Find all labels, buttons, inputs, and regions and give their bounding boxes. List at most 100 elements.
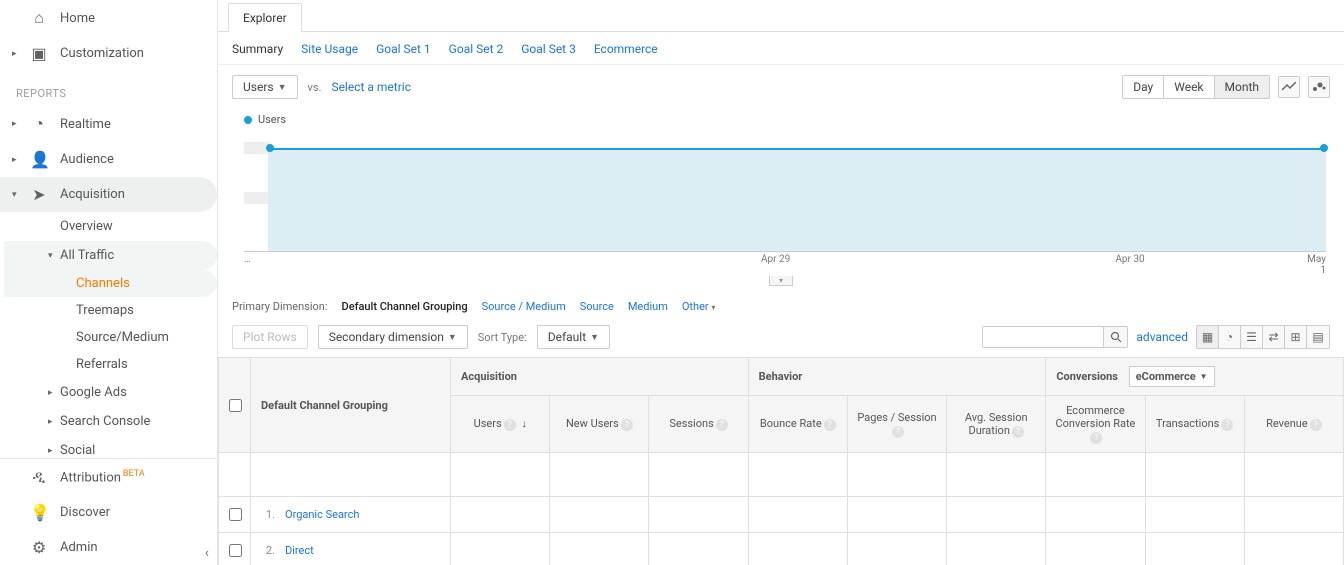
granularity-day[interactable]: Day — [1123, 76, 1164, 98]
conversions-select[interactable]: eCommerce▼ — [1129, 366, 1215, 387]
nav-realtime[interactable]: ▸◔ Realtime — [0, 106, 217, 142]
select-all-checkbox[interactable] — [229, 399, 242, 412]
nav-acq-referrals[interactable]: Referrals — [4, 351, 217, 378]
col-transactions[interactable]: Transactions? — [1145, 396, 1244, 453]
view-comparison-icon[interactable]: ⇄ — [1263, 326, 1285, 348]
col-sessions[interactable]: Sessions? — [649, 396, 748, 453]
view-pivot-icon[interactable]: ▤ — [1307, 326, 1329, 348]
row-index: 1. — [261, 508, 275, 521]
col-bounce-rate[interactable]: Bounce Rate? — [748, 396, 847, 453]
y-tick-redacted — [244, 192, 270, 204]
help-icon[interactable]: ? — [716, 419, 728, 431]
help-icon[interactable]: ? — [504, 419, 516, 431]
col-dimension[interactable]: Default Channel Grouping — [251, 358, 451, 453]
col-pages-session[interactable]: Pages / Session? — [847, 396, 946, 453]
colgroup-acquisition: Acquisition — [451, 358, 749, 396]
view-term-cloud-icon[interactable]: ⊞ — [1285, 326, 1307, 348]
xaxis-tick: … — [244, 254, 598, 276]
dim-other[interactable]: Other ▾ — [682, 300, 716, 313]
view-summary[interactable]: Summary — [232, 42, 283, 56]
nav-acq-treemaps[interactable]: Treemaps — [4, 297, 217, 324]
nav-acq-overview[interactable]: Overview — [4, 212, 217, 241]
view-goal2[interactable]: Goal Set 2 — [449, 42, 504, 56]
view-site-usage[interactable]: Site Usage — [301, 42, 358, 56]
chart-canvas[interactable] — [244, 130, 1326, 252]
nav-home[interactable]: ⌂ Home — [0, 0, 217, 36]
advanced-link[interactable]: advanced — [1136, 330, 1188, 344]
row-index: 2. — [261, 544, 275, 557]
sort-desc-icon: ↓ — [522, 419, 527, 430]
chart-expand-handle[interactable]: ▾ — [769, 276, 793, 286]
nav-acq-social[interactable]: Social — [4, 436, 217, 458]
col-ecr[interactable]: Ecommerce Conversion Rate? — [1046, 396, 1145, 453]
view-goal3[interactable]: Goal Set 3 — [521, 42, 576, 56]
secondary-dimension-select[interactable]: Secondary dimension ▼ — [318, 325, 468, 349]
nav-discover[interactable]: 💡 Discover — [0, 495, 217, 530]
help-icon[interactable]: ? — [824, 419, 836, 431]
col-avg-duration[interactable]: Avg. Session Duration? — [947, 396, 1046, 453]
vs-label: vs. — [308, 81, 322, 94]
colgroup-conversions: Conversions eCommerce▼ — [1046, 358, 1344, 396]
nav-acquisition-label: Acquisition — [60, 187, 125, 202]
chart-type-motion-icon[interactable] — [1308, 76, 1330, 98]
nav-realtime-label: Realtime — [60, 117, 111, 132]
view-goal1[interactable]: Goal Set 1 — [376, 42, 431, 56]
select-metric-link[interactable]: Select a metric — [331, 80, 411, 94]
dim-medium[interactable]: Medium — [628, 300, 668, 313]
search-button[interactable] — [1103, 327, 1127, 347]
view-row: Summary Site Usage Goal Set 1 Goal Set 2… — [218, 32, 1344, 65]
nav-audience[interactable]: ▸👤 Audience — [0, 142, 217, 177]
col-users[interactable]: Users?↓ — [451, 396, 550, 453]
help-icon[interactable]: ? — [621, 419, 633, 431]
col-revenue[interactable]: Revenue? — [1244, 396, 1343, 453]
nav-acq-all-traffic[interactable]: All Traffic — [4, 241, 217, 270]
granularity-week[interactable]: Week — [1164, 76, 1214, 98]
nav-admin[interactable]: ⚙ Admin — [0, 530, 217, 565]
help-icon[interactable]: ? — [1012, 426, 1024, 438]
gear-icon: ⚙ — [30, 538, 48, 557]
clock-icon: ◔ — [30, 114, 48, 134]
view-pie-icon[interactable]: ◔ — [1219, 326, 1241, 348]
tabbar: Explorer — [218, 2, 1344, 32]
help-icon[interactable]: ? — [1310, 419, 1322, 431]
xaxis-tick: Apr 29 — [598, 254, 952, 276]
row-link[interactable]: Organic Search — [285, 508, 359, 521]
sidebar-collapse[interactable]: ‹ — [205, 545, 209, 561]
nav-attribution[interactable]: ዲ AttributionBETA — [0, 459, 217, 495]
table-search — [982, 326, 1128, 348]
primary-metric-label: Users — [243, 80, 274, 94]
view-table-icon[interactable]: ▦ — [1197, 326, 1219, 348]
view-ecommerce[interactable]: Ecommerce — [594, 42, 658, 56]
primary-dimension-current[interactable]: Default Channel Grouping — [342, 300, 468, 313]
row-checkbox[interactable] — [229, 544, 242, 557]
primary-metric-select[interactable]: Users▼ — [232, 75, 298, 99]
dim-source[interactable]: Source — [580, 300, 614, 313]
help-icon[interactable]: ? — [892, 426, 904, 438]
granularity-month[interactable]: Month — [1215, 76, 1269, 98]
row-link[interactable]: Direct — [285, 544, 314, 557]
chart-type-line-icon[interactable] — [1278, 76, 1300, 98]
nav-acq-google-ads[interactable]: Google Ads — [4, 378, 217, 407]
search-input[interactable] — [983, 327, 1103, 347]
view-bar-icon[interactable]: ☰ — [1241, 326, 1263, 348]
table-view-icons: ▦ ◔ ☰ ⇄ ⊞ ▤ — [1196, 325, 1330, 349]
nav-acq-channels[interactable]: Channels — [4, 270, 217, 297]
primary-dimension-label: Primary Dimension: — [232, 300, 328, 313]
dim-source-medium[interactable]: Source / Medium — [482, 300, 566, 313]
nav-attribution-label: AttributionBETA — [60, 469, 145, 485]
tab-explorer[interactable]: Explorer — [228, 3, 302, 32]
metric-row: Users▼ vs. Select a metric Day Week Mont… — [218, 65, 1344, 109]
help-icon[interactable]: ? — [1221, 419, 1233, 431]
col-new-users[interactable]: New Users? — [550, 396, 649, 453]
row-checkbox[interactable] — [229, 508, 242, 521]
home-icon: ⌂ — [30, 8, 48, 28]
nav-acq-source-medium[interactable]: Source/Medium — [4, 324, 217, 351]
acquisition-icon: ➤ — [30, 185, 48, 204]
sort-type-select[interactable]: Default ▼ — [537, 325, 610, 349]
nav-customization[interactable]: ▸▣ Customization — [0, 36, 217, 71]
help-icon[interactable]: ? — [1090, 432, 1102, 444]
nav-acq-search-console[interactable]: Search Console — [4, 407, 217, 436]
legend-label: Users — [258, 113, 286, 126]
data-table: Default Channel Grouping Acquisition Beh… — [218, 357, 1344, 565]
nav-acquisition[interactable]: ▾➤ Acquisition — [0, 177, 217, 212]
